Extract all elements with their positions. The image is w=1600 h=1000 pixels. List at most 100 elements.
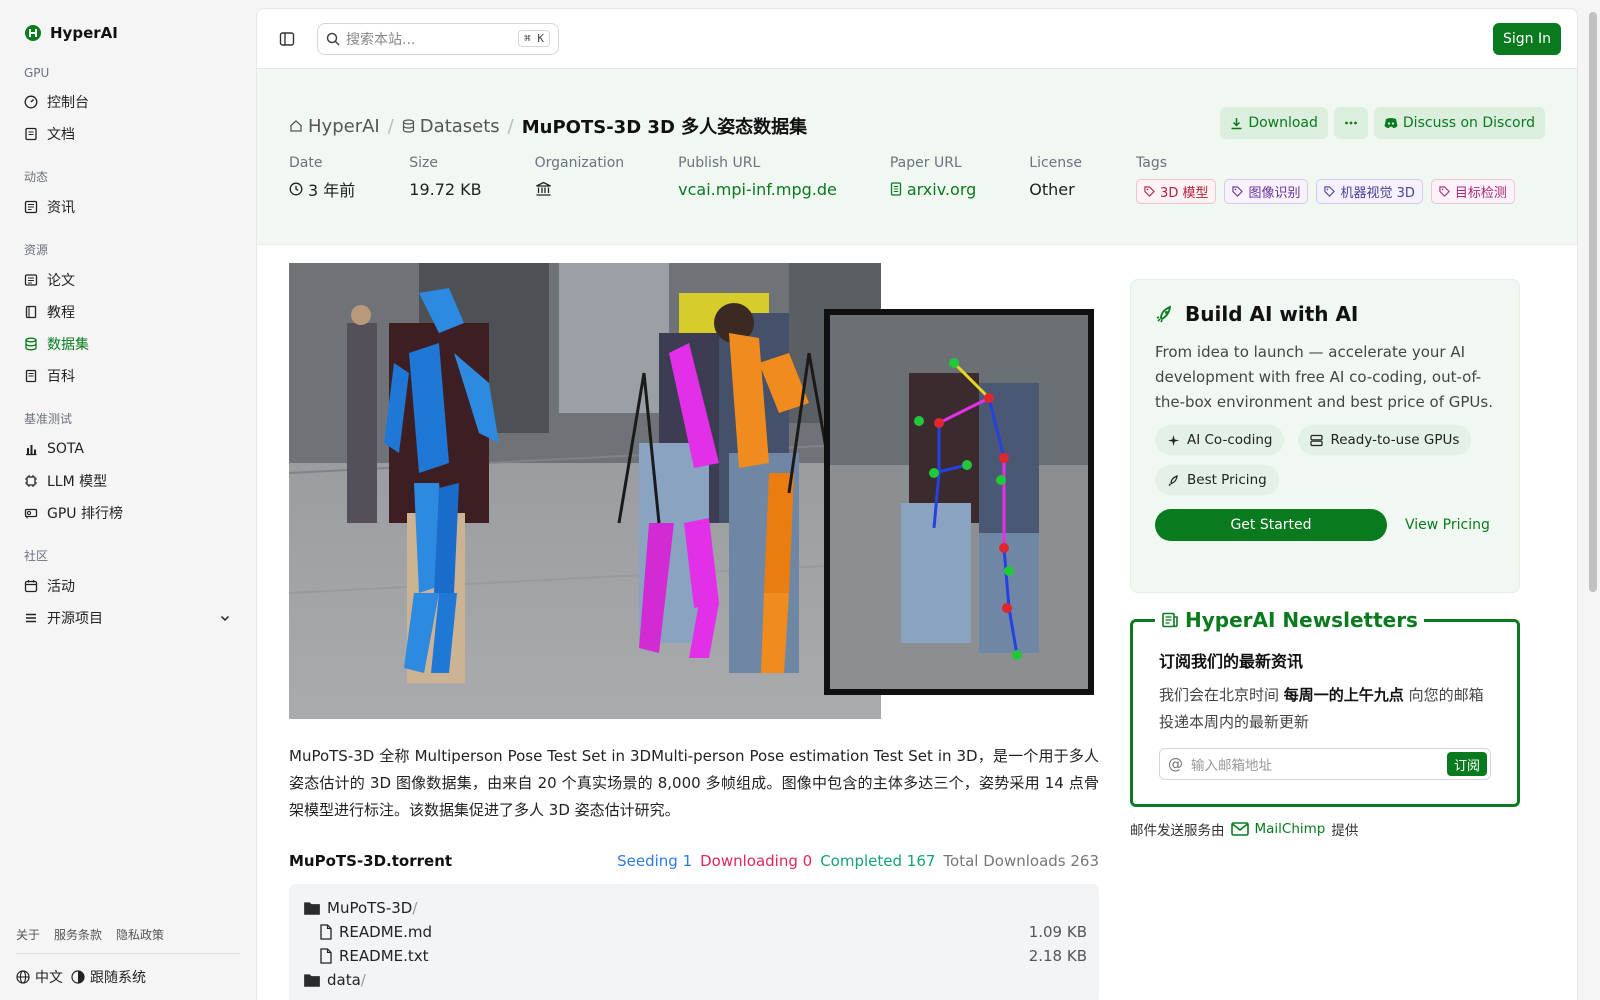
discord-button[interactable]: Discuss on Discord bbox=[1373, 107, 1545, 139]
meta-org-value bbox=[535, 179, 625, 199]
folder-row[interactable]: data / bbox=[303, 968, 1087, 992]
folder-icon bbox=[303, 900, 321, 916]
meta-paper-url: Paper URL arxiv.org bbox=[890, 155, 976, 204]
tag-chip[interactable]: 机器视觉 3D bbox=[1316, 179, 1423, 204]
page-scrollbar[interactable] bbox=[1586, 8, 1600, 998]
institution-icon bbox=[535, 181, 551, 196]
path-separator: / bbox=[412, 899, 418, 917]
provider-post: 提供 bbox=[1331, 823, 1359, 839]
language-switch[interactable]: 中文 bbox=[16, 967, 63, 987]
newsletter-card: HyperAI Newsletters 订阅我们的最新资讯 我们会在北京时间 每… bbox=[1130, 608, 1520, 807]
sidebar-item-label: 活动 bbox=[47, 579, 75, 595]
pose-estimation-photo bbox=[288, 263, 1099, 719]
meta-date-text: 3 年前 bbox=[308, 181, 356, 200]
sidebar-item[interactable]: 活动 bbox=[16, 570, 240, 602]
chip-gpus: Ready-to-use GPUs bbox=[1298, 425, 1472, 455]
page-title: MuPOTS-3D 3D 多人姿态数据集 bbox=[521, 117, 808, 138]
file-icon bbox=[319, 948, 333, 964]
theme-switch[interactable]: 跟随系统 bbox=[71, 967, 146, 987]
view-pricing-link[interactable]: View Pricing bbox=[1405, 517, 1490, 533]
meta-publish-url: Publish URL vcai.mpi-inf.mpg.de bbox=[678, 155, 837, 204]
sidebar-item[interactable]: 教程 bbox=[16, 296, 240, 328]
sidebar-item[interactable]: 论文 bbox=[16, 264, 240, 296]
crumb-home-label: HyperAI bbox=[308, 115, 380, 137]
sidebar-item-label: SOTA bbox=[47, 441, 84, 457]
panel-left-icon bbox=[279, 31, 295, 46]
sidebar-item[interactable]: 开源项目 bbox=[16, 602, 240, 634]
meta-license-label: License bbox=[1029, 155, 1083, 171]
chevron-down-icon[interactable] bbox=[218, 611, 232, 625]
brand[interactable]: HyperAI bbox=[16, 20, 240, 46]
completed-count: Completed 167 bbox=[820, 852, 936, 870]
sidebar-item[interactable]: GPU 排行榜 bbox=[16, 497, 240, 529]
tag-chip[interactable]: 图像识别 bbox=[1224, 179, 1309, 204]
sidebar-item[interactable]: 文档 bbox=[16, 118, 240, 150]
at-icon: @ bbox=[1168, 755, 1183, 773]
nav-section-title: 动态 bbox=[24, 170, 49, 184]
subscribe-button[interactable]: 订阅 bbox=[1446, 752, 1487, 776]
more-options-button[interactable] bbox=[1333, 107, 1368, 139]
server-icon bbox=[1310, 434, 1324, 446]
meta-license-value: Other bbox=[1029, 179, 1075, 199]
email-field[interactable]: @ 输入邮箱地址 订阅 bbox=[1159, 748, 1491, 780]
tag-list: 3D 模型 图像识别 机器视觉 3D 目标检测 bbox=[1136, 179, 1515, 204]
sparkle-icon bbox=[1168, 434, 1179, 446]
sidebar-item[interactable]: 数据集 bbox=[16, 328, 240, 360]
file-name: MuPoTS-3D bbox=[327, 899, 413, 917]
chip-pricing: Best Pricing bbox=[1155, 465, 1279, 495]
meta-license: License Other bbox=[1029, 155, 1082, 204]
tag-icon bbox=[1144, 186, 1155, 197]
torrent-name: MuPoTS-3D.torrent bbox=[289, 852, 453, 870]
tag-chip[interactable]: 3D 模型 bbox=[1136, 179, 1217, 204]
meta-size-value: 19.72 KB bbox=[409, 179, 482, 199]
sidebar-item[interactable]: 控制台 bbox=[16, 86, 240, 118]
download-button[interactable]: Download bbox=[1220, 107, 1328, 139]
sidebar-item[interactable]: SOTA bbox=[16, 433, 240, 465]
sidebar-item[interactable]: 百科 bbox=[16, 360, 240, 392]
sidebar-item-label: 开源项目 bbox=[47, 611, 103, 627]
paper-icon bbox=[24, 273, 38, 287]
sign-in-button[interactable]: Sign In bbox=[1493, 23, 1561, 55]
sidebar-toggle-button[interactable] bbox=[273, 25, 301, 53]
footer-link[interactable]: 服务条款 bbox=[54, 926, 102, 943]
crumb-home[interactable]: HyperAI bbox=[289, 116, 380, 137]
discord-label: Discuss on Discord bbox=[1402, 115, 1535, 131]
meta-tags: Tags 3D 模型 图像识别 机器视觉 3D 目标检测 bbox=[1136, 155, 1515, 204]
gpu-icon bbox=[24, 506, 38, 520]
sidebar-item-label: 数据集 bbox=[47, 337, 89, 353]
publish-url-link[interactable]: vcai.mpi-inf.mpg.de bbox=[678, 179, 837, 199]
sidebar-item[interactable]: LLM 模型 bbox=[16, 465, 240, 497]
meta-date-label: Date bbox=[289, 155, 323, 171]
email-placeholder: 输入邮箱地址 bbox=[1191, 758, 1272, 774]
scrollbar-thumb[interactable] bbox=[1589, 12, 1597, 592]
paper-url-link[interactable]: arxiv.org bbox=[890, 179, 976, 199]
meta-org-label: Organization bbox=[534, 155, 625, 171]
folder-icon bbox=[303, 972, 321, 988]
book-icon bbox=[24, 305, 38, 319]
dataset-preview-image bbox=[288, 263, 1099, 719]
footer-link[interactable]: 隐私政策 bbox=[116, 926, 164, 943]
meta-size-label: Size bbox=[409, 155, 439, 171]
nav-section-title: 基准测试 bbox=[24, 412, 73, 426]
file-row[interactable]: README.md 1.09 KB bbox=[303, 920, 1087, 944]
search-input[interactable]: 搜索本站... ⌘ K bbox=[317, 22, 559, 55]
folder-row[interactable]: MuPoTS-3D / bbox=[303, 896, 1087, 920]
sidebar-item[interactable]: 资讯 bbox=[16, 191, 240, 223]
tag-icon bbox=[1232, 186, 1244, 197]
download-icon bbox=[1231, 117, 1242, 129]
sidebar-item-label: 论文 bbox=[47, 273, 75, 289]
mail-provider-note: 邮件发送服务由 MailChimp 提供 bbox=[1130, 819, 1520, 839]
dataset-content: MuPoTS-3D 全称 Multiperson Pose Test Set i… bbox=[288, 263, 1099, 1000]
news-icon bbox=[24, 200, 38, 214]
tag-label: 图像识别 bbox=[1248, 186, 1301, 201]
meta-date: Date 3 年前 bbox=[289, 155, 355, 204]
newsletter-text: 我们会在北京时间 每周一的上午九点 向您的邮箱投递本周内的最新更新 bbox=[1159, 682, 1491, 736]
sidebar-item-label: 百科 bbox=[47, 369, 75, 385]
crumb-datasets[interactable]: Datasets bbox=[402, 116, 500, 137]
get-started-button[interactable]: Get Started bbox=[1155, 509, 1387, 541]
tag-chip[interactable]: 目标检测 bbox=[1430, 179, 1515, 204]
footer-link[interactable]: 关于 bbox=[16, 926, 40, 943]
torrent-stats: Seeding 1 Downloading 0 Completed 167 To… bbox=[617, 852, 1099, 870]
mailchimp-link[interactable]: MailChimp bbox=[1255, 821, 1326, 837]
file-row[interactable]: README.txt 2.18 KB bbox=[303, 944, 1087, 968]
